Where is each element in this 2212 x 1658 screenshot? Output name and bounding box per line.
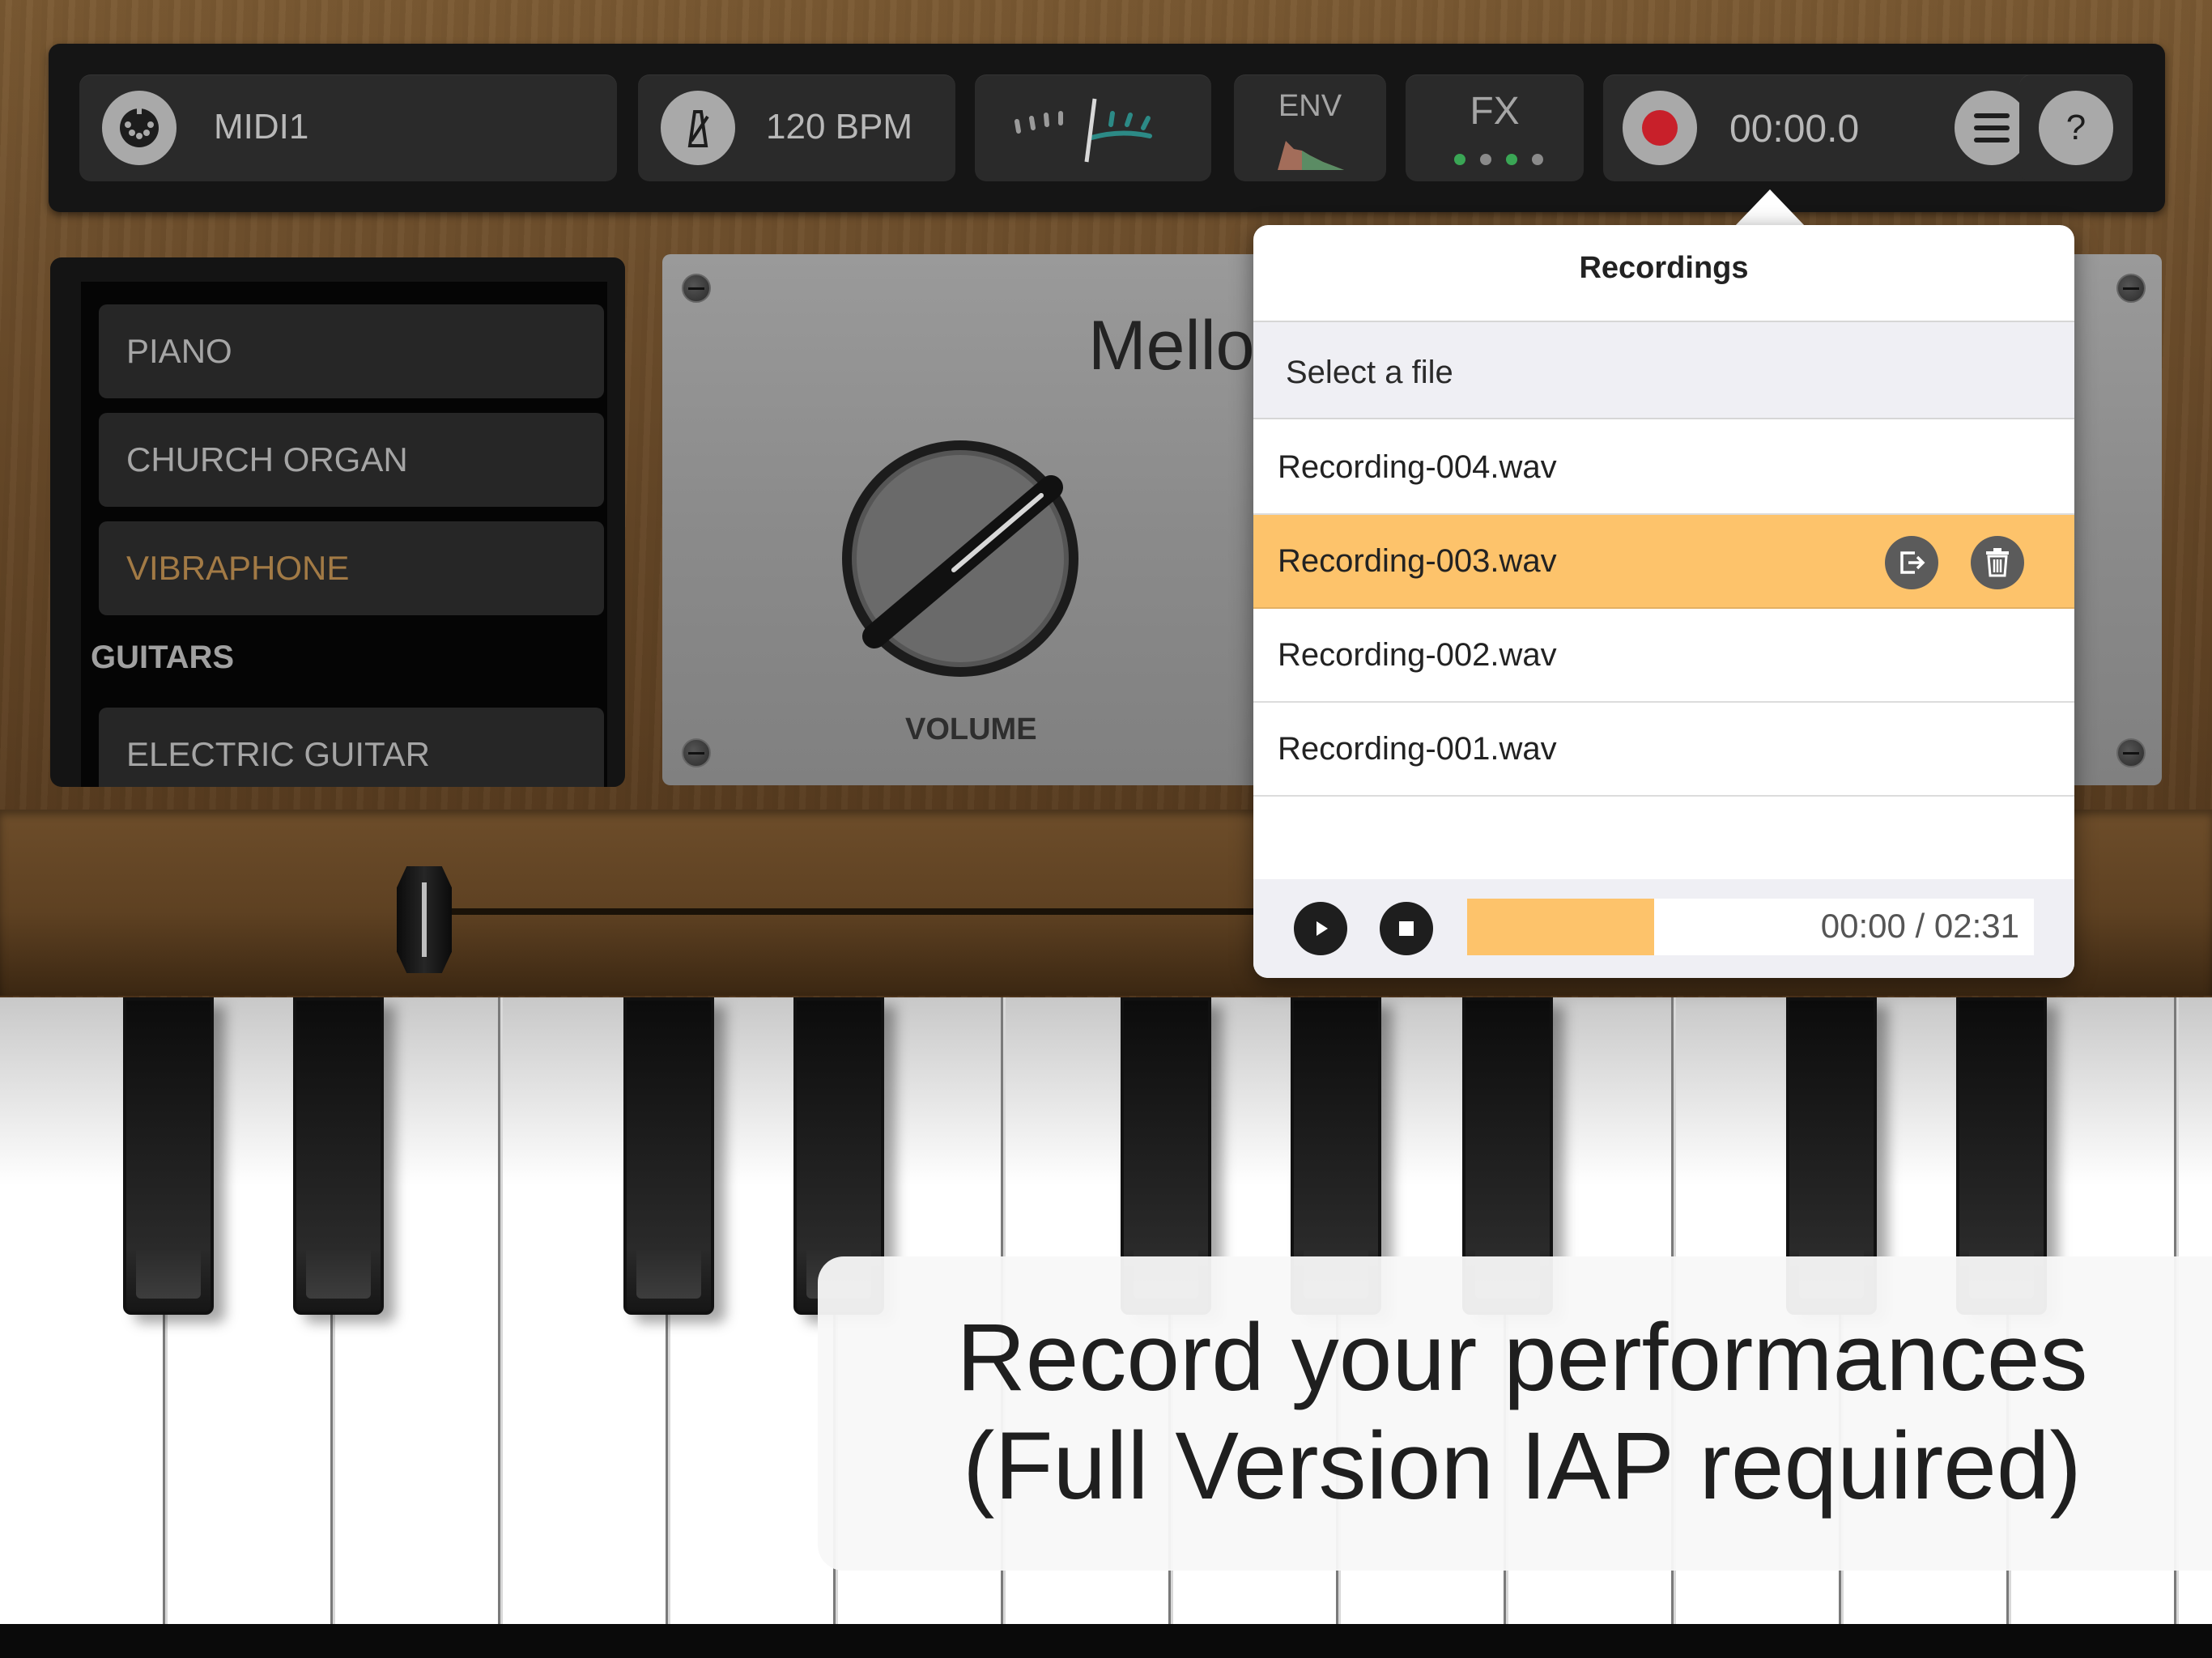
instrument-category-panel: PIANO CHURCH ORGAN VIBRAPHONE GUITARS EL… — [50, 257, 625, 787]
category-item-church-organ[interactable]: CHURCH ORGAN — [99, 413, 604, 507]
fx-status-dot — [1480, 154, 1491, 165]
metronome-button[interactable]: 120 BPM — [638, 74, 955, 181]
category-section-header: GUITARS — [91, 640, 235, 675]
bottom-bar — [0, 1624, 2212, 1658]
black-key[interactable] — [293, 997, 384, 1315]
time-separator: / — [1915, 907, 1925, 945]
recording-filename: Recording-001.wav — [1278, 730, 1557, 767]
playback-time: 00:00 / 02:31 — [1821, 907, 2019, 946]
fx-button[interactable]: FX — [1406, 74, 1584, 181]
top-toolbar: MIDI1 120 BPM ENV FX 00:00.0 ? — [49, 44, 2165, 212]
recording-row-selected[interactable]: Recording-003.wav — [1253, 515, 2074, 609]
caption-line-2: (Full Version IAP required) — [963, 1413, 2082, 1520]
pitch-slider-handle[interactable] — [397, 866, 452, 973]
export-button[interactable] — [1885, 536, 1938, 589]
screw-icon — [2116, 738, 2146, 767]
player-bar: 00:00 / 02:31 — [1253, 879, 2074, 978]
screw-icon — [682, 738, 711, 767]
midi-button[interactable]: MIDI1 — [79, 74, 617, 181]
recording-filename: Recording-002.wav — [1278, 636, 1557, 673]
instrument-list[interactable]: PIANO CHURCH ORGAN VIBRAPHONE GUITARS EL… — [81, 282, 607, 787]
playback-progress-fill — [1467, 899, 1654, 955]
category-item-vibraphone[interactable]: VIBRAPHONE — [99, 521, 604, 615]
recording-filename: Recording-004.wav — [1278, 449, 1557, 485]
metronome-icon — [661, 91, 735, 165]
recordings-menu-button[interactable] — [1955, 91, 2029, 165]
record-icon — [1642, 110, 1678, 146]
help-icon: ? — [2039, 91, 2113, 165]
play-button[interactable] — [1294, 902, 1347, 955]
tempo-label: 120 BPM — [766, 107, 912, 147]
popover-title: Recordings — [1579, 251, 1749, 285]
envelope-button[interactable]: ENV — [1234, 74, 1386, 181]
playback-progress[interactable]: 00:00 / 02:31 — [1467, 899, 2034, 955]
recording-row[interactable]: Recording-004.wav — [1253, 421, 2074, 515]
env-label: ENV — [1278, 89, 1342, 123]
total-time: 02:31 — [1933, 907, 2019, 945]
fx-status-dot — [1506, 154, 1517, 165]
instrument-name: Mello — [1088, 307, 1255, 385]
volume-knob[interactable] — [832, 431, 1088, 687]
export-icon — [1900, 551, 1925, 574]
fx-label: FX — [1470, 90, 1520, 133]
trash-icon — [1986, 548, 2009, 577]
help-button[interactable]: ? — [2019, 74, 2133, 181]
recording-row[interactable]: Recording-002.wav — [1253, 609, 2074, 703]
stop-icon — [1399, 921, 1414, 936]
fx-status-dot — [1532, 154, 1543, 165]
elapsed-time: 00:00 — [1820, 907, 1906, 945]
popover-arrow — [1734, 189, 1806, 227]
midi-port-icon — [102, 91, 177, 165]
promo-caption: Record your performances (Full Version I… — [818, 1256, 2212, 1571]
volume-label: VOLUME — [905, 712, 1037, 746]
play-icon — [1317, 921, 1328, 936]
category-item-electric-guitar[interactable]: ELECTRIC GUITAR — [99, 708, 604, 787]
black-key[interactable] — [623, 997, 714, 1315]
recordings-popover: Recordings Select a file Recording-004.w… — [1253, 225, 2074, 978]
fx-status-dots — [1454, 154, 1543, 167]
category-item-piano[interactable]: PIANO — [99, 304, 604, 398]
recording-filename: Recording-003.wav — [1278, 542, 1557, 579]
envelope-curve-icon — [1278, 141, 1344, 170]
fx-status-dot — [1454, 154, 1465, 165]
tuner-meter-icon — [1015, 98, 1152, 163]
popover-subheader: Select a file — [1253, 321, 2074, 419]
pitch-slider-track — [421, 908, 1312, 915]
recording-row[interactable]: Recording-001.wav — [1253, 703, 2074, 797]
record-time: 00:00.0 — [1729, 108, 1860, 151]
caption-line-1: Record your performances — [956, 1304, 2088, 1411]
menu-icon — [1974, 113, 2010, 142]
delete-button[interactable] — [1971, 536, 2024, 589]
tuner-button[interactable] — [975, 74, 1211, 181]
recorder-bar: 00:00.0 — [1603, 74, 2052, 181]
black-key[interactable] — [123, 997, 214, 1315]
stop-button[interactable] — [1380, 902, 1433, 955]
screw-icon — [682, 274, 711, 303]
screw-icon — [2116, 274, 2146, 303]
record-button[interactable] — [1623, 91, 1697, 165]
select-file-label: Select a file — [1286, 355, 1453, 390]
midi-label: MIDI1 — [214, 107, 309, 147]
